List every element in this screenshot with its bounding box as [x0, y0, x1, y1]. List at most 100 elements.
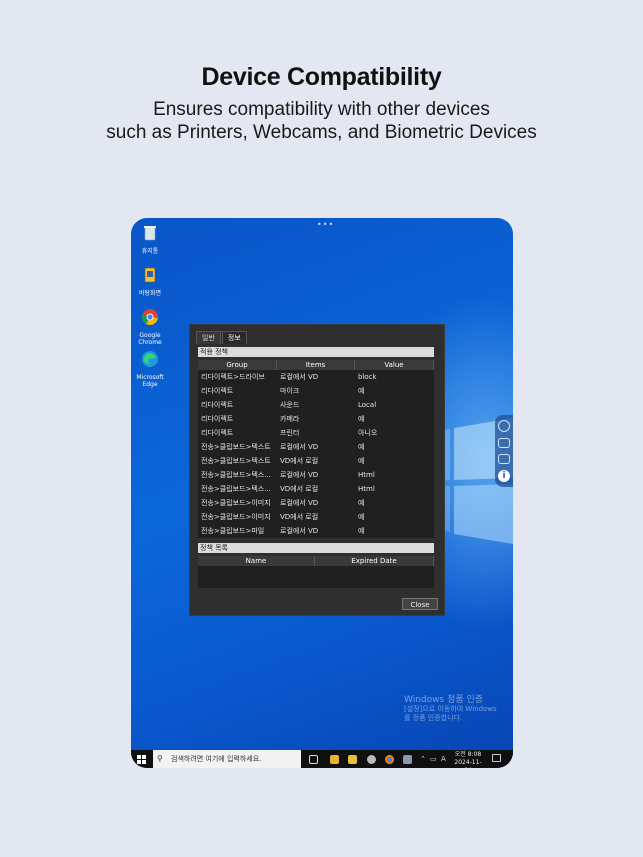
- cell-item: 로컬에서 VD: [280, 373, 319, 381]
- taskbar-search-box[interactable]: ⚲ 검색하려면 여기에 입력하세요.: [153, 750, 301, 768]
- cell-group: 전송>클립보드>이미지: [201, 499, 271, 507]
- cell-group: 리다이렉트: [201, 429, 234, 437]
- cell-group: 전송>클립보드>텍스...: [201, 471, 271, 479]
- table-row[interactable]: 전송>클립보드>텍스트 로컬에서 VD 예: [198, 440, 434, 454]
- cell-item: 로컬에서 VD: [280, 499, 319, 507]
- settings-gear-icon[interactable]: [367, 755, 376, 764]
- cell-item: 카메라: [280, 415, 300, 423]
- table-row[interactable]: 전송>클립보드>이미지 로컬에서 VD 예: [198, 496, 434, 510]
- cell-group: 리다이렉트: [201, 415, 234, 423]
- network-icon[interactable]: ▭: [430, 754, 437, 764]
- column-header-expired-date[interactable]: Expired Date: [315, 556, 434, 566]
- notification-icon[interactable]: [492, 754, 501, 762]
- cell-value: 예: [358, 443, 365, 451]
- desktop-icon-recycle-bin[interactable]: 휴지통: [131, 224, 169, 255]
- cell-group: 전송>클립보드>텍스트: [201, 443, 271, 451]
- cell-group: 전송>클립보드>텍스트: [201, 457, 271, 465]
- table-body: 리다이렉트>드라이브 로컬에서 VD block 리다이렉트 마이크 예 리다이렉트 사운드 L…: [198, 370, 434, 538]
- multitask-dots[interactable]: •••: [317, 221, 334, 229]
- cell-item: 프린터: [280, 429, 300, 437]
- tab-info[interactable]: 정보: [221, 331, 247, 344]
- table-row[interactable]: 리다이렉트 마이크 예: [198, 384, 434, 398]
- cell-value: 예: [358, 527, 365, 535]
- column-header-name[interactable]: Name: [198, 556, 315, 566]
- policy-list-header: 정책 목록: [198, 543, 434, 553]
- function-key-icon[interactable]: [498, 454, 510, 464]
- remote-app-icon[interactable]: [403, 755, 412, 764]
- cell-value: 예: [358, 499, 365, 507]
- hero-subtitle-line2: such as Printers, Webcams, and Biometric…: [106, 122, 537, 143]
- activation-watermark: Windows 정품 인증 [설정]으로 이동하여 Windows 를 정품 인…: [404, 695, 497, 722]
- desktop-icon-shortcut[interactable]: 바탕화면: [131, 266, 169, 297]
- tray-chevron-icon[interactable]: ⌃: [420, 754, 426, 764]
- file-explorer-icon[interactable]: [330, 755, 339, 764]
- cell-item: VD에서 로컬: [280, 485, 319, 493]
- windows-start-icon[interactable]: [137, 755, 146, 764]
- chrome-taskbar-icon[interactable]: [385, 755, 394, 764]
- cell-value: 예: [358, 415, 365, 423]
- cell-value: 예: [358, 387, 365, 395]
- cell-item: 로컬에서 VD: [280, 527, 319, 535]
- policy-list-columns: Name Expired Date: [198, 556, 434, 566]
- cell-value: block: [358, 373, 377, 381]
- column-header-value[interactable]: Value: [355, 360, 434, 370]
- ime-indicator[interactable]: A: [441, 754, 446, 764]
- taskbar: ⚲ 검색하려면 여기에 입력하세요. ⌃ ▭ A 오전 8:08 2024-11…: [131, 750, 513, 768]
- desktop-icon-edge[interactable]: Microsoft Edge: [131, 350, 169, 388]
- cell-value: 예: [358, 513, 365, 521]
- table-row[interactable]: 전송>클립보드>텍스... VD에서 로컬 Html: [198, 482, 434, 496]
- desktop-icon-chrome[interactable]: Google Chrome: [131, 308, 169, 346]
- applied-policy-table: Group Items Value 리다이렉트>드라이브 로컬에서 VD block…: [198, 360, 434, 538]
- cell-value: 아니오: [358, 429, 378, 437]
- cell-value: Html: [358, 485, 375, 493]
- cell-group: 리다이렉트>드라이브: [201, 373, 265, 381]
- hero-title: Device Compatibility: [201, 63, 442, 91]
- table-row[interactable]: 전송>클립보드>텍스트 VD에서 로컬 예: [198, 454, 434, 468]
- tablet-screen: ••• 휴지통 바탕화면 Google Chrome Microsoft Edg…: [131, 218, 513, 768]
- cell-group: 전송>클립보드>파일: [201, 527, 265, 535]
- edge-icon: [142, 351, 158, 367]
- cell-group: 전송>클립보드>이미지: [201, 513, 271, 521]
- tab-general[interactable]: 일반: [196, 331, 221, 344]
- folder-shortcut-icon: [144, 267, 156, 283]
- cell-item: 로컬에서 VD: [280, 443, 319, 451]
- column-header-items[interactable]: Items: [277, 360, 355, 370]
- table-row[interactable]: 리다이렉트>드라이브 로컬에서 VD block: [198, 370, 434, 384]
- cell-value: Html: [358, 471, 375, 479]
- taskbar-clock[interactable]: 오전 8:08 2024-11-04: [451, 751, 485, 768]
- table-header: Group Items Value: [198, 360, 434, 370]
- policy-info-dialog: 일반 정보 적용 정책 Group Items Value 리다이렉트>드라이브…: [189, 324, 445, 616]
- applied-policy-header: 적용 정책: [198, 347, 434, 357]
- cell-item: VD에서 로컬: [280, 457, 319, 465]
- keyboard-icon[interactable]: [498, 438, 510, 448]
- table-row[interactable]: 전송>클립보드>이미지 VD에서 로컬 예: [198, 510, 434, 524]
- dialog-tabs: 일반 정보: [196, 331, 248, 344]
- cell-item: 마이크: [280, 387, 300, 395]
- cell-value: 예: [358, 457, 365, 465]
- column-header-group[interactable]: Group: [198, 360, 277, 370]
- search-icon: ⚲: [157, 754, 163, 763]
- table-row[interactable]: 전송>클립보드>텍스... 로컬에서 VD Html: [198, 468, 434, 482]
- side-toolbar: i: [495, 415, 513, 487]
- table-row[interactable]: 리다이렉트 카메라 예: [198, 412, 434, 426]
- cell-group: 전송>클립보드>텍스...: [201, 485, 271, 493]
- policy-list-table: Name Expired Date: [198, 556, 434, 588]
- info-icon[interactable]: i: [498, 470, 510, 482]
- cell-group: 리다이렉트: [201, 401, 234, 409]
- task-view-icon[interactable]: [309, 755, 318, 764]
- cell-item: 로컬에서 VD: [280, 471, 319, 479]
- chrome-icon: [141, 309, 158, 326]
- table-row[interactable]: 리다이렉트 사운드 Local: [198, 398, 434, 412]
- recycle-bin-icon: [144, 226, 156, 241]
- hero-subtitle-line1: Ensures compatibility with other devices: [153, 99, 490, 120]
- close-button[interactable]: Close: [402, 598, 438, 610]
- cell-item: VD에서 로컬: [280, 513, 319, 521]
- search-placeholder: 검색하려면 여기에 입력하세요.: [171, 755, 262, 763]
- cell-group: 리다이렉트: [201, 387, 234, 395]
- table-row[interactable]: 전송>클립보드>파일 로컬에서 VD 예: [198, 524, 434, 538]
- cell-value: Local: [358, 401, 377, 409]
- cell-item: 사운드: [280, 401, 300, 409]
- table-row[interactable]: 리다이렉트 프린터 아니오: [198, 426, 434, 440]
- mouse-icon[interactable]: [498, 420, 510, 432]
- app-shortcut-icon[interactable]: [348, 755, 357, 764]
